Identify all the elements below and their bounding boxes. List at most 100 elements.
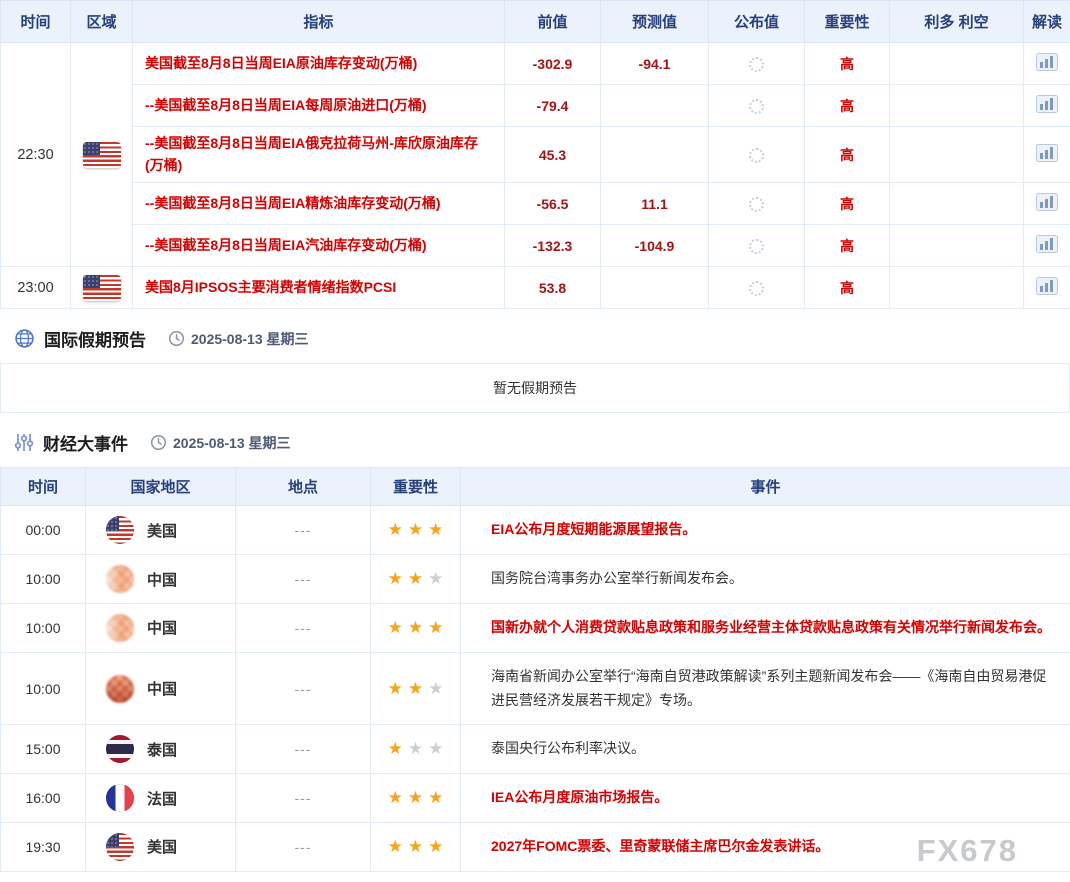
forecast-value-cell [601, 127, 709, 183]
event-importance-cell: ★ ★ ★ [371, 652, 461, 725]
flag-fr-icon [106, 784, 134, 812]
event-importance-cell: ★★★ [371, 555, 461, 604]
importance-stars: ★ ★ ★ [385, 681, 446, 697]
holiday-date: 2025-08-13 星期三 [191, 329, 309, 349]
flag-cn-icon [106, 614, 134, 642]
event-country-cell: 泰国 [86, 725, 236, 774]
calendar-col-header: 公布值 [709, 1, 805, 43]
event-country-cell: 法国 [86, 774, 236, 823]
importance-cell: 高 [805, 85, 890, 127]
star-icon: ★ [428, 837, 443, 856]
event-importance-cell: ★★★ [371, 506, 461, 555]
published-value-cell [709, 127, 805, 183]
events-section-title: 财经大事件 [43, 430, 128, 455]
events-col-header: 地点 [236, 468, 371, 506]
calendar-col-header: 利多 利空 [890, 1, 1024, 43]
country-name: 中国 [147, 569, 177, 590]
country-name: 美国 [147, 520, 177, 541]
event-row: 10:00中国---★★★海南省新闻办公室举行“海南自贸港政策解读”系列主题新闻… [1, 652, 1070, 725]
bias-cell [890, 127, 1024, 183]
forecast-value-cell: -94.1 [601, 43, 709, 85]
country-name: 法国 [147, 788, 177, 809]
calendar-col-header: 时间 [1, 1, 71, 43]
events-col-header: 重要性 [371, 468, 461, 506]
event-row: 16:00法国---★★★IEA公布月度原油市场报告。 [1, 774, 1070, 823]
star-icon: ★ [428, 618, 443, 637]
globe-icon [14, 328, 35, 349]
flag-us-icon [83, 275, 121, 301]
event-row: 10:00中国---★★★国务院台湾事务办公室举行新闻发布会。 [1, 555, 1070, 604]
star-icon: ★ [428, 679, 443, 698]
previous-value-cell: -56.5 [505, 183, 601, 225]
calendar-row: 23:00美国8月IPSOS主要消费者情绪指数PCSI53.8高 [1, 267, 1070, 309]
indicator-cell: --美国截至8月8日当周EIA俄克拉荷马州-库欣原油库存(万桶) [133, 127, 505, 183]
country: 泰国 [86, 735, 235, 763]
bias-cell [890, 43, 1024, 85]
loading-spinner-icon [749, 197, 764, 212]
chart-icon[interactable] [1036, 277, 1058, 295]
importance-cell: 高 [805, 267, 890, 309]
events-section-header: 财经大事件 2025-08-13 星期三 [0, 413, 1070, 467]
bias-cell [890, 225, 1024, 267]
holiday-empty-box: 暂无假期预告 [0, 363, 1070, 413]
star-icon: ★ [428, 788, 443, 807]
event-text: 海南省新闻办公室举行“海南自贸港政策解读”系列主题新闻发布会——《海南自由贸易港… [491, 668, 1046, 708]
event-country-cell: 美国 [86, 822, 236, 871]
economic-calendar-page: 时间区域指标前值预测值公布值重要性利多 利空解读 22:30美国截至8月8日当周… [0, 0, 1070, 882]
events-header-row: 时间国家地区地点重要性事件 [1, 468, 1070, 506]
event-country-cell: 中国 [86, 603, 236, 652]
star-icon: ★ [388, 520, 403, 539]
event-text: EIA公布月度短期能源展望报告。 [491, 521, 696, 537]
event-row: 10:00中国---★★★国新办就个人消费贷款贴息政策和服务业经营主体贷款贴息政… [1, 603, 1070, 652]
calendar-header-row: 时间区域指标前值预测值公布值重要性利多 利空解读 [1, 1, 1070, 43]
events-col-header: 时间 [1, 468, 86, 506]
star-icon: ★ [408, 679, 423, 698]
event-location-cell: --- [236, 652, 371, 725]
importance-stars: ★★★ [385, 839, 446, 855]
calendar-row: --美国截至8月8日当周EIA汽油库存变动(万桶)-132.3-104.9高 [1, 225, 1070, 267]
holiday-section-header: 国际假期预告 2025-08-13 星期三 [0, 309, 1070, 363]
star-icon: ★ [408, 520, 423, 539]
country: 美国 [86, 516, 235, 544]
indicator-cell: --美国截至8月8日当周EIA汽油库存变动(万桶) [133, 225, 505, 267]
event-row: 15:00泰国---★★★泰国央行公布利率决议。 [1, 725, 1070, 774]
published-value-cell [709, 267, 805, 309]
previous-value-cell: 45.3 [505, 127, 601, 183]
event-text: 泰国央行公布利率决议。 [491, 740, 645, 756]
sliders-icon [14, 432, 34, 453]
country: 中国 [86, 675, 235, 703]
holiday-section-title: 国际假期预告 [44, 326, 146, 351]
event-row: 19:30美国---★★★2027年FOMC票委、里奇蒙联储主席巴尔金发表讲话。 [1, 822, 1070, 871]
time-cell: 23:00 [1, 267, 71, 309]
chart-icon[interactable] [1036, 144, 1058, 162]
event-text: 国务院台湾事务办公室举行新闻发布会。 [491, 570, 743, 586]
star-icon: ★ [388, 679, 403, 698]
calendar-row: 22:30美国截至8月8日当周EIA原油库存变动(万桶)-302.9-94.1高 [1, 43, 1070, 85]
importance-cell: 高 [805, 127, 890, 183]
chart-icon[interactable] [1036, 95, 1058, 113]
country: 中国 [86, 565, 235, 593]
flag-us-icon [83, 142, 121, 168]
star-icon: ★ [428, 569, 443, 588]
chart-icon[interactable] [1036, 193, 1058, 211]
chart-icon[interactable] [1036, 235, 1058, 253]
country-name: 中国 [147, 617, 177, 638]
calendar-col-header: 重要性 [805, 1, 890, 43]
events-table-body: 00:00美国---★★★EIA公布月度短期能源展望报告。10:00中国---★… [1, 506, 1070, 871]
event-importance-cell: ★★★ [371, 603, 461, 652]
chart-icon[interactable] [1036, 53, 1058, 71]
event-text-cell: EIA公布月度短期能源展望报告。 [461, 506, 1070, 555]
bias-cell [890, 183, 1024, 225]
event-time-cell: 10:00 [1, 555, 86, 604]
importance-cell: 高 [805, 183, 890, 225]
star-icon: ★ [388, 739, 403, 758]
event-text-cell: 国新办就个人消费贷款贴息政策和服务业经营主体贷款贴息政策有关情况举行新闻发布会。 [461, 603, 1070, 652]
loading-spinner-icon [749, 57, 764, 72]
interpret-cell [1024, 183, 1070, 225]
event-time-cell: 16:00 [1, 774, 86, 823]
indicator-cell: --美国截至8月8日当周EIA每周原油进口(万桶) [133, 85, 505, 127]
importance-stars: ★★★ [385, 741, 446, 757]
calendar-table: 时间区域指标前值预测值公布值重要性利多 利空解读 22:30美国截至8月8日当周… [0, 0, 1070, 309]
importance-stars: ★★★ [385, 790, 446, 806]
importance-cell: 高 [805, 225, 890, 267]
